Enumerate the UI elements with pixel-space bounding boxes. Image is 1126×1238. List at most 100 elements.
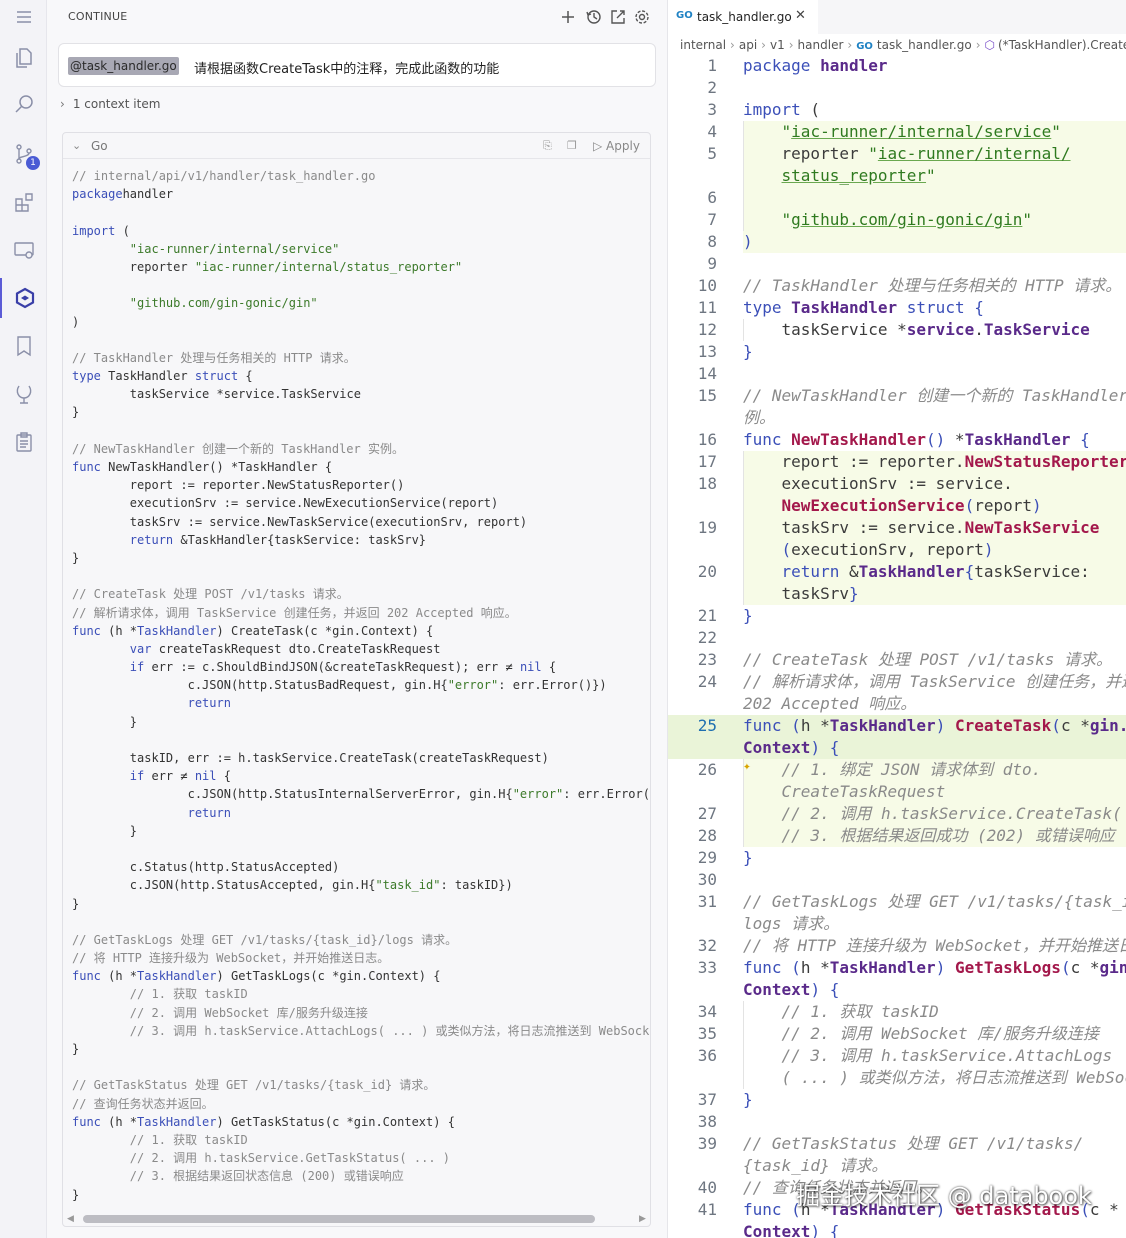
breadcrumb-item[interactable]: (*TaskHandler).CreateTask — [998, 38, 1126, 52]
editor-line[interactable]: 21} — [668, 605, 1126, 627]
editor-line[interactable]: 202 Accepted 响应。 — [668, 693, 1126, 715]
editor-line[interactable]: 15 // NewTaskHandler 创建一个新的 TaskHandler 实 — [668, 385, 1126, 407]
line-number: 25 — [697, 716, 717, 735]
editor-line[interactable]: 23 // CreateTask 处理 POST /v1/tasks 请求。 — [668, 649, 1126, 671]
breadcrumb-item[interactable]: v1 — [770, 38, 785, 52]
editor-line[interactable]: 14 — [668, 363, 1126, 385]
context-items-toggle[interactable]: › 1 context item — [60, 97, 160, 111]
editor-line[interactable]: 8) — [668, 231, 1126, 253]
settings-gear-icon[interactable] — [633, 8, 651, 26]
editor-line[interactable]: taskSrv} — [668, 583, 1126, 605]
scroll-right-icon[interactable]: ▶ — [639, 1214, 646, 1224]
editor-line[interactable]: 30 — [668, 869, 1126, 891]
editor-line[interactable]: Context) { — [668, 1221, 1126, 1238]
code-token: package — [743, 56, 811, 75]
new-session-icon[interactable] — [559, 8, 577, 26]
editor-line[interactable]: 13} — [668, 341, 1126, 363]
editor-line[interactable]: 34 // 1. 获取 taskID — [668, 1001, 1126, 1023]
editor-line[interactable]: 26 // 1. 绑定 JSON 请求体到 dto. — [668, 759, 1126, 781]
horizontal-scrollbar[interactable] — [83, 1215, 595, 1223]
code-token: // 3. 调用 h.taskService.AttachLogs — [781, 1046, 1113, 1065]
editor-line[interactable]: 1 package handler — [668, 55, 1126, 77]
code-token: "error" — [447, 678, 499, 693]
editor-line[interactable]: 27 // 2. 调用 h.taskService.CreateTask( — [668, 803, 1126, 825]
copy-icon[interactable]: ❐ — [567, 139, 577, 152]
test-icon[interactable] — [0, 374, 47, 414]
editor-line[interactable]: {task_id} 请求。 — [668, 1155, 1126, 1177]
editor-line[interactable]: 5 reporter "iac-runner/internal/ — [668, 143, 1126, 165]
editor-line[interactable]: NewExecutionService(report) — [668, 495, 1126, 517]
editor-line[interactable]: 38 — [668, 1111, 1126, 1133]
editor-line[interactable]: 29} — [668, 847, 1126, 869]
breadcrumb-item[interactable]: internal — [680, 38, 726, 52]
code-block-line: // 查询任务状态并返回。 — [72, 1095, 650, 1113]
prompt-message[interactable]: @task_handler.go 请根据函数CreateTask中的注释，完成此… — [58, 43, 656, 87]
editor-line[interactable]: 12 taskService *service.TaskService — [668, 319, 1126, 341]
editor-line[interactable]: 24 // 解析请求体，调用 TaskService 创建任务，并返回 — [668, 671, 1126, 693]
code-token: { — [964, 562, 975, 581]
editor-line[interactable]: 35 // 2. 调用 WebSocket 库/服务升级连接 — [668, 1023, 1126, 1045]
editor-line[interactable]: 28 // 3. 根据结果返回成功 (202) 或错误响应 — [668, 825, 1126, 847]
line-number: 2 — [707, 78, 717, 97]
editor-line[interactable]: 9 — [668, 253, 1126, 275]
scroll-left-icon[interactable]: ◀ — [67, 1214, 74, 1224]
editor-line[interactable]: (executionSrv, report) — [668, 539, 1126, 561]
editor-line[interactable]: 4 "iac-runner/internal/service" — [668, 121, 1126, 143]
breadcrumb-item[interactable]: handler — [798, 38, 844, 52]
breadcrumb-item[interactable]: api — [739, 38, 757, 52]
source-control-icon[interactable]: 1 — [0, 134, 47, 174]
editor-line[interactable]: 18 executionSrv := service. — [668, 473, 1126, 495]
editor-line[interactable]: Context) { — [668, 979, 1126, 1001]
line-number: 1 — [707, 56, 717, 75]
editor-line[interactable]: logs 请求。 — [668, 913, 1126, 935]
tab-task-handler[interactable]: GO task_handler.go ✕ — [668, 0, 818, 34]
continue-icon[interactable] — [0, 278, 47, 318]
ai-sparkle-icon[interactable]: ✦ — [743, 759, 751, 774]
editor-line[interactable]: 2 — [668, 77, 1126, 99]
history-icon[interactable] — [585, 8, 603, 26]
editor-line[interactable]: 16 func NewTaskHandler() *TaskHandler { — [668, 429, 1126, 451]
clipboard-icon[interactable] — [0, 422, 47, 462]
editor-line[interactable]: 6 — [668, 187, 1126, 209]
explorer-icon[interactable] — [0, 38, 47, 78]
editor-line[interactable]: 37} — [668, 1089, 1126, 1111]
code-block-line: reporter "iac-runner/internal/status_rep… — [72, 258, 650, 276]
editor-line[interactable]: 例。 — [668, 407, 1126, 429]
file-mention-chip[interactable]: @task_handler.go — [68, 57, 179, 75]
editor-line[interactable]: 17 report := reporter.NewStatusReporter(… — [668, 451, 1126, 473]
line-number: 18 — [697, 474, 717, 493]
apply-button[interactable]: ▷ Apply — [593, 139, 640, 153]
editor-line[interactable]: CreateTaskRequest — [668, 781, 1126, 803]
editor-line[interactable]: 36 // 3. 调用 h.taskService.AttachLogs — [668, 1045, 1126, 1067]
editor-line[interactable]: status_reporter" — [668, 165, 1126, 187]
chevron-down-icon[interactable]: ⌄ — [72, 139, 81, 152]
breadcrumb-item[interactable]: task_handler.go — [877, 38, 972, 52]
line-text: func NewTaskHandler() *TaskHandler { — [743, 429, 1090, 451]
editor-line[interactable]: 33 func (h *TaskHandler) GetTaskLogs(c *g… — [668, 957, 1126, 979]
editor-line[interactable]: ( ... ) 或类似方法，将日志流推送到 WebSocket — [668, 1067, 1126, 1089]
editor-line[interactable]: 7 "github.com/gin-gonic/gin" — [668, 209, 1126, 231]
editor-line[interactable]: 19 taskSrv := service.NewTaskService — [668, 517, 1126, 539]
line-text: "github.com/gin-gonic/gin" — [743, 209, 1032, 231]
search-icon[interactable] — [0, 84, 47, 124]
code-block-line — [72, 731, 650, 749]
editor-line[interactable]: 22 — [668, 627, 1126, 649]
editor-line[interactable]: 31 // GetTaskLogs 处理 GET /v1/tasks/{task_… — [668, 891, 1126, 913]
open-external-icon[interactable] — [609, 8, 627, 26]
remote-explorer-icon[interactable] — [0, 230, 47, 270]
insert-at-cursor-icon[interactable]: ⎘ — [543, 139, 552, 153]
close-icon[interactable]: ✕ — [795, 8, 806, 23]
code-token: taskService * — [743, 320, 907, 339]
editor-line[interactable]: 3 import ( — [668, 99, 1126, 121]
editor-line[interactable]: 10 // TaskHandler 处理与任务相关的 HTTP 请求。 — [668, 275, 1126, 297]
bookmark-icon[interactable] — [0, 326, 47, 366]
editor-line[interactable]: 11 type TaskHandler struct { — [668, 297, 1126, 319]
extensions-icon[interactable] — [0, 182, 47, 222]
editor-line[interactable]: 20 return &TaskHandler{taskService: — [668, 561, 1126, 583]
editor-line[interactable]: 39 // GetTaskStatus 处理 GET /v1/tasks/ — [668, 1133, 1126, 1155]
editor-line[interactable]: 32 // 将 HTTP 连接升级为 WebSocket，并开始推送日志。 — [668, 935, 1126, 957]
code-token: } — [72, 896, 80, 911]
editor-line[interactable]: 25 func (h *TaskHandler) CreateTask(c *gi… — [668, 715, 1126, 737]
menu-icon[interactable] — [0, 0, 47, 34]
editor-line[interactable]: Context) { — [668, 737, 1126, 759]
